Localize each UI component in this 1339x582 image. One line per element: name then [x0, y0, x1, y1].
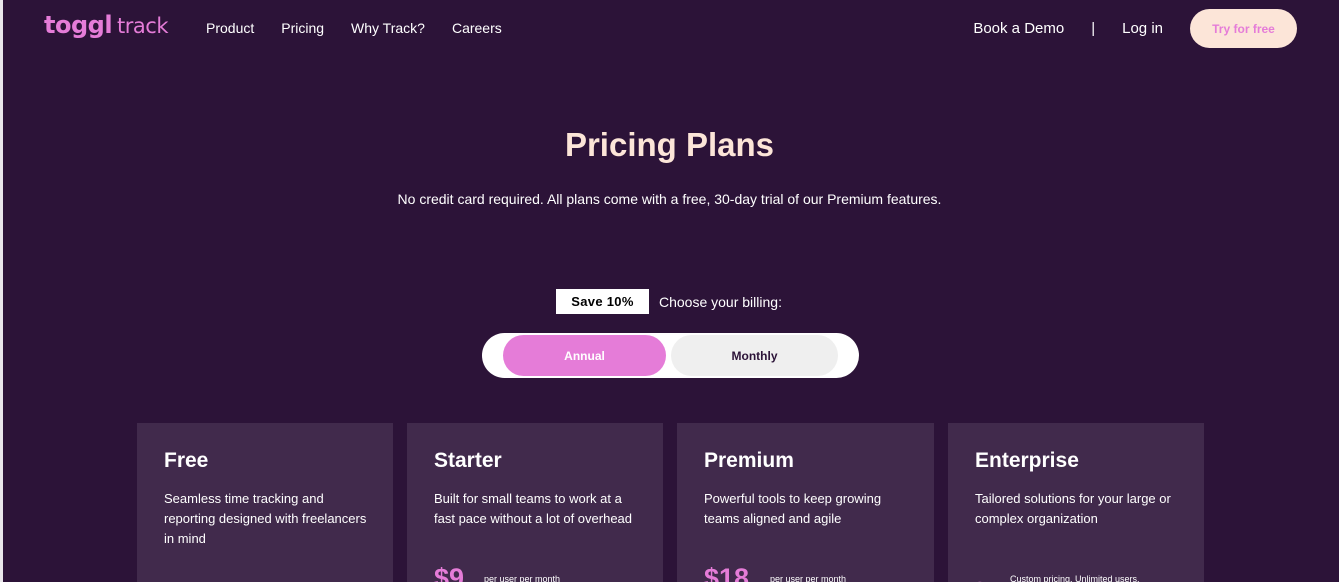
billing-row: Save 10% Choose your billing: — [556, 289, 782, 314]
plan-price: $9 — [434, 563, 465, 582]
billing-option-monthly[interactable]: Monthly — [671, 335, 838, 376]
try-for-free-button[interactable]: Try for free — [1190, 9, 1297, 48]
top-nav: toggl track Product Pricing Why Track? C… — [0, 0, 1339, 58]
plan-card-starter: Starter Built for small teams to work at… — [407, 423, 663, 582]
nav-link-product[interactable]: Product — [206, 20, 254, 36]
book-demo-link[interactable]: Book a Demo — [973, 20, 1064, 37]
plan-card-enterprise: Enterprise Tailored solutions for your l… — [948, 423, 1204, 582]
plan-description: Powerful tools to keep growing teams ali… — [704, 491, 882, 526]
billing-option-annual[interactable]: Annual — [503, 335, 666, 376]
window-edge — [0, 0, 3, 582]
main-nav-links: Product Pricing Why Track? Careers — [206, 20, 529, 36]
plan-price: $18 — [704, 563, 750, 582]
plan-name: Starter — [434, 449, 502, 472]
logo-wordmark: toggl — [44, 11, 113, 39]
login-link[interactable]: Log in — [1122, 20, 1163, 37]
nav-link-careers[interactable]: Careers — [452, 20, 502, 36]
nav-separator: | — [1091, 20, 1096, 37]
nav-actions: Book a Demo | Log in Try for free — [973, 9, 1297, 48]
toggl-track-logo[interactable]: toggl track — [44, 11, 168, 39]
plan-card-free: Free Seamless time tracking and reportin… — [137, 423, 393, 582]
logo-product: track — [117, 14, 168, 38]
page-title: Pricing Plans — [564, 126, 775, 163]
page-subtitle: No credit card required. All plans come … — [397, 191, 942, 207]
plan-name: Enterprise — [975, 449, 1079, 472]
plan-name: Premium — [704, 449, 794, 472]
nav-link-why-track[interactable]: Why Track? — [351, 20, 425, 36]
plan-description: Tailored solutions for your large or com… — [975, 491, 1171, 526]
nav-link-pricing[interactable]: Pricing — [281, 20, 324, 36]
billing-toggle: Annual Monthly — [482, 333, 859, 378]
billing-label: Choose your billing: — [659, 293, 782, 310]
save-badge: Save 10% — [556, 289, 649, 314]
plan-description: Seamless time tracking and reporting des… — [164, 491, 367, 546]
plan-price-note: Custom pricing. Unlimited users. — [1010, 574, 1140, 582]
plan-description: Built for small teams to work at a fast … — [434, 491, 633, 526]
plan-price-note: per user per month — [770, 574, 847, 582]
page: toggl track Product Pricing Why Track? C… — [0, 0, 1339, 582]
plan-card-premium: Premium Powerful tools to keep growing t… — [677, 423, 934, 582]
plan-name: Free — [164, 449, 209, 472]
plan-cards: Free Seamless time tracking and reportin… — [137, 423, 1218, 582]
plan-price: ~ — [975, 569, 991, 582]
plan-price-note: per user per month — [484, 574, 561, 582]
